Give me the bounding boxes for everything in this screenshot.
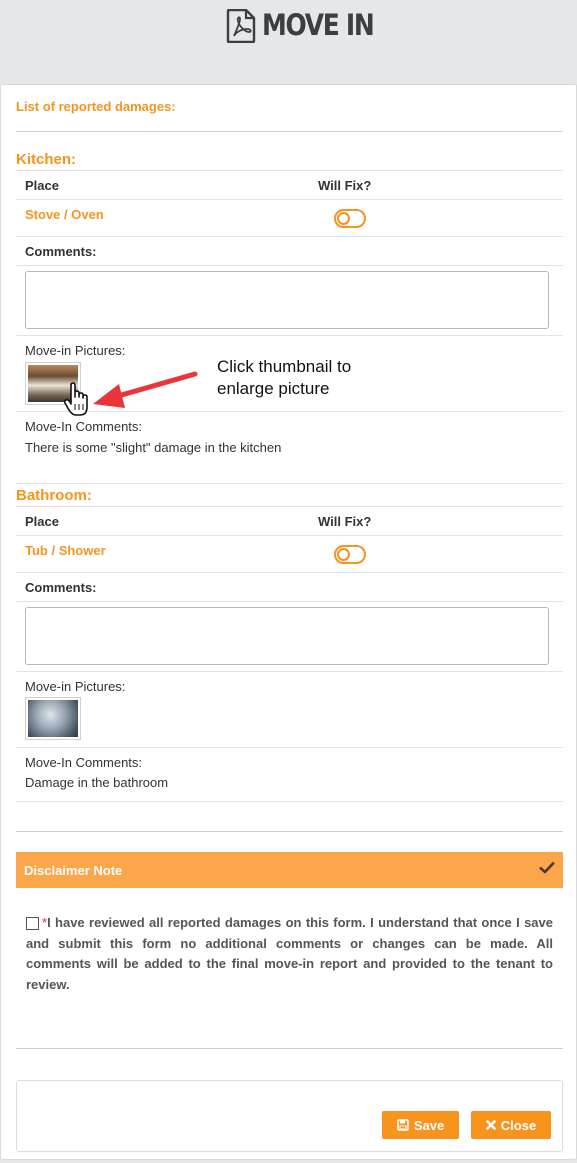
place-header: Place xyxy=(25,178,59,193)
pictures-label-bathroom: Move-in Pictures: xyxy=(25,679,126,694)
annotation-arrow-icon xyxy=(93,371,198,408)
divider xyxy=(16,831,563,832)
close-icon xyxy=(485,1120,496,1130)
will-fix-header: Will Fix? xyxy=(318,514,372,529)
section-title-kitchen: Kitchen: xyxy=(16,151,76,168)
disclaimer-title: Disclaimer Note xyxy=(24,863,123,878)
row-divider xyxy=(16,335,563,336)
picture-thumbnail-bathroom[interactable] xyxy=(25,697,81,740)
divider xyxy=(16,131,563,132)
will-fix-toggle-kitchen[interactable] xyxy=(334,209,366,228)
movein-comments-label-kitchen: Move-In Comments: xyxy=(25,419,143,434)
hand-pointer-icon xyxy=(63,382,88,416)
row-divider xyxy=(16,801,563,802)
will-fix-toggle-bathroom[interactable] xyxy=(334,545,366,564)
save-button[interactable]: Save xyxy=(382,1111,459,1139)
comments-textarea-bathroom[interactable] xyxy=(25,607,549,665)
close-label: Close xyxy=(500,1117,537,1133)
save-label: Save xyxy=(413,1117,445,1133)
row-divider xyxy=(16,572,563,573)
comments-label-bathroom: Comments: xyxy=(25,580,97,595)
movein-comments-bathroom: Damage in the bathroom xyxy=(25,775,169,790)
movein-comments-label-bathroom: Move-In Comments: xyxy=(25,755,143,770)
row-divider xyxy=(16,671,563,672)
form-footer: Save Close xyxy=(16,1080,563,1152)
disclaimer-statement: I have reviewed all reported damages on … xyxy=(26,915,553,992)
list-title: List of reported damages: xyxy=(16,99,176,114)
disclaimer-header[interactable]: Disclaimer Note xyxy=(16,852,563,888)
divider xyxy=(16,1048,563,1049)
toggle-knob xyxy=(337,212,350,225)
thumbnail-image xyxy=(28,700,78,737)
row-divider xyxy=(16,601,563,602)
section-title-bathroom: Bathroom: xyxy=(16,487,92,504)
row-divider xyxy=(16,199,563,200)
close-button[interactable]: Close xyxy=(471,1111,551,1139)
comments-label-kitchen: Comments: xyxy=(25,244,97,259)
row-divider xyxy=(16,747,563,748)
annotation-line-1: Click thumbnail to xyxy=(217,357,352,376)
pdf-icon xyxy=(226,9,256,43)
page-header: MOVE IN xyxy=(0,0,577,80)
will-fix-header: Will Fix? xyxy=(318,178,372,193)
disclaimer-text: *I have reviewed all reported damages on… xyxy=(26,913,553,995)
row-divider xyxy=(16,483,563,484)
movein-comments-kitchen: There is some "slight" damage in the kit… xyxy=(25,440,282,455)
place-header: Place xyxy=(25,514,59,529)
place-name-bathroom: Tub / Shower xyxy=(25,543,106,558)
annotation-text: Click thumbnail to enlarge picture xyxy=(217,356,351,400)
toggle-knob xyxy=(337,548,350,561)
floppy-disk-icon xyxy=(397,1119,409,1131)
row-divider xyxy=(16,236,563,237)
comments-textarea-kitchen[interactable] xyxy=(25,271,549,329)
page-title: MOVE IN xyxy=(262,8,375,42)
pictures-label-kitchen: Move-in Pictures: xyxy=(25,343,126,358)
check-icon xyxy=(539,861,555,874)
move-in-form: List of reported damages: Kitchen: Place… xyxy=(0,84,577,1160)
row-divider xyxy=(16,535,563,536)
place-name-kitchen: Stove / Oven xyxy=(25,207,104,222)
row-divider xyxy=(16,170,563,171)
row-divider xyxy=(16,265,563,266)
row-divider xyxy=(16,506,563,507)
annotation-line-2: enlarge picture xyxy=(217,379,330,398)
